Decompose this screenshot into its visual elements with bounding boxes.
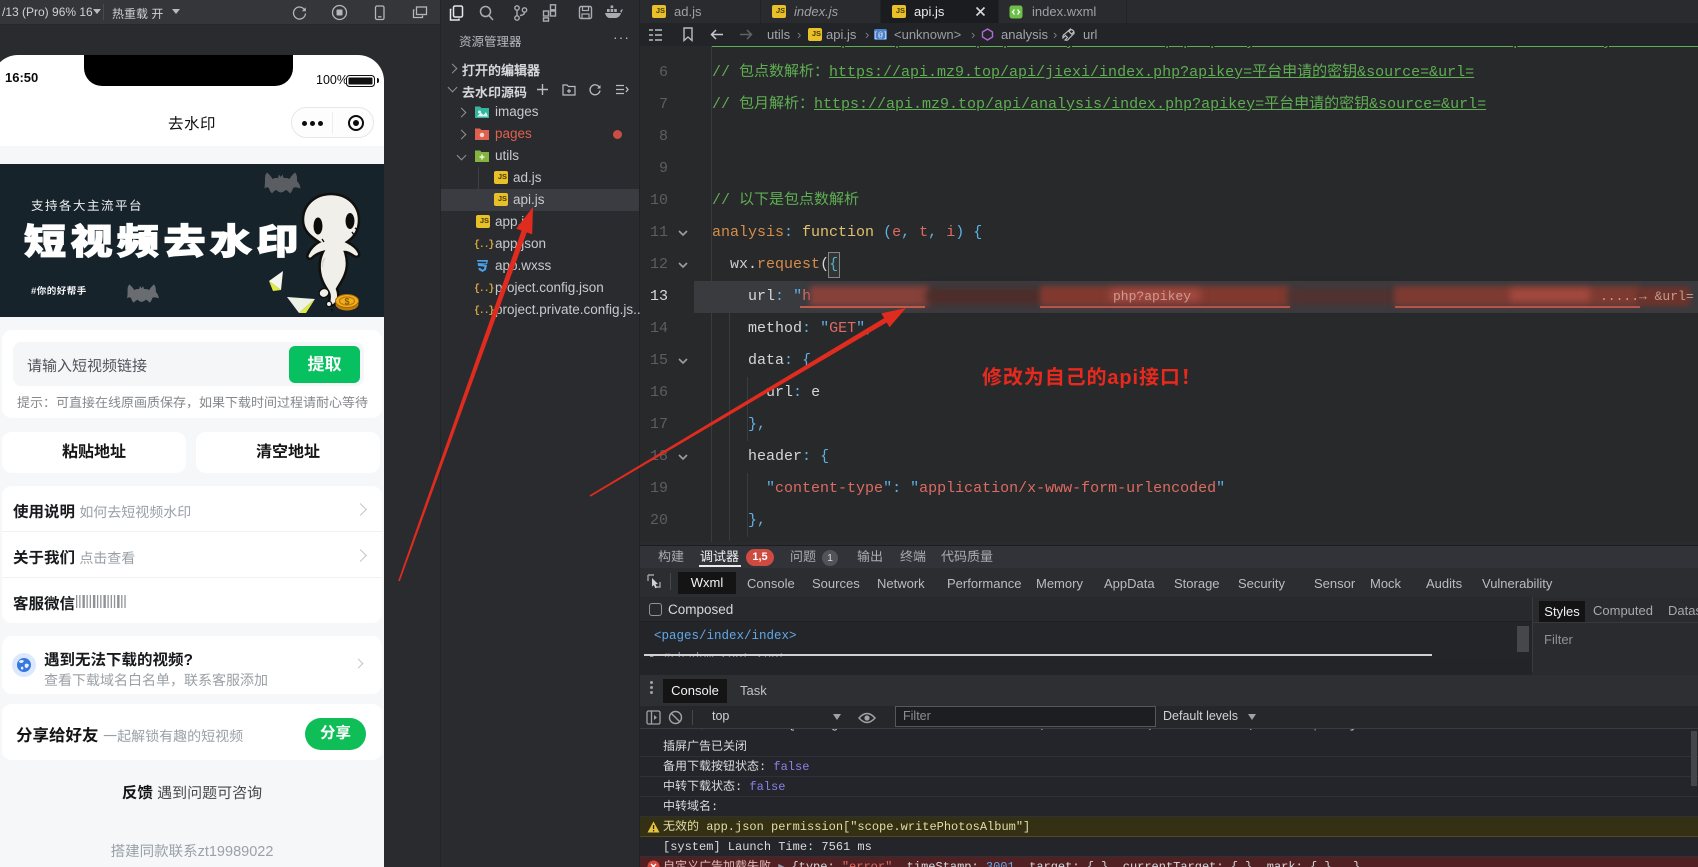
svg-text:$: $ xyxy=(344,297,349,307)
svg-text:[@]: [@] xyxy=(873,32,887,41)
